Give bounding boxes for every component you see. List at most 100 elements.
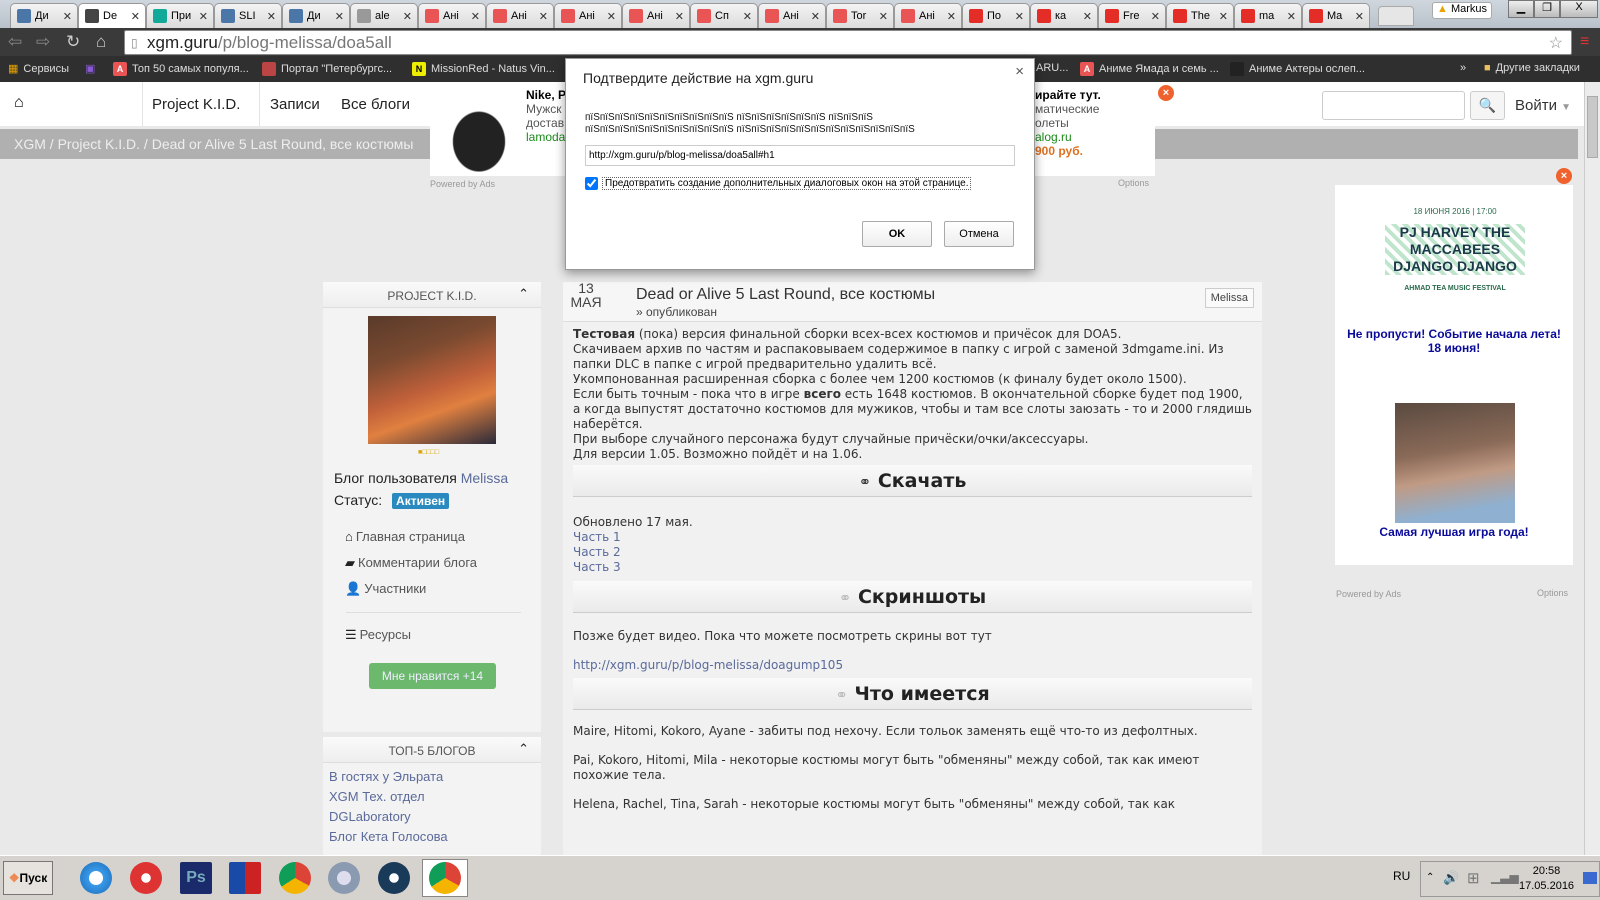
close-tab-icon[interactable]: ✕ xyxy=(1219,10,1228,23)
close-ad-icon[interactable]: × xyxy=(1556,168,1572,184)
close-tab-icon[interactable]: ✕ xyxy=(267,10,276,23)
browser-tab[interactable]: Ma ✕ xyxy=(1302,3,1370,28)
top-blog-link[interactable]: Блог Кета Голосова xyxy=(323,827,541,847)
browser-tab[interactable]: Ди ✕ xyxy=(10,3,78,28)
collapse-icon[interactable]: ⌃ xyxy=(518,286,529,302)
suppress-dialogs-checkbox[interactable]: Предотвратить создание дополнительных ди… xyxy=(585,177,972,190)
address-bar[interactable]: ▯ xgm.guru/p/blog-melissa/doa5all ☆ xyxy=(124,30,1572,55)
clock[interactable]: 20:58 17.05.2016 xyxy=(1519,864,1574,894)
browser-tab[interactable]: The ✕ xyxy=(1166,3,1234,28)
close-tab-icon[interactable]: ✕ xyxy=(63,10,72,23)
collapse-icon[interactable]: ⌃ xyxy=(518,741,529,757)
start-button[interactable]: ❖Пуск xyxy=(3,861,53,895)
download-part-link[interactable]: Часть 3 xyxy=(573,560,1252,575)
forward-icon[interactable]: ⇨ xyxy=(36,32,50,52)
close-tab-icon[interactable]: ✕ xyxy=(743,10,752,23)
menu-icon[interactable]: ≡ xyxy=(1580,33,1589,51)
browser-tab[interactable]: SLI ✕ xyxy=(214,3,282,28)
browser-tab[interactable]: При ✕ xyxy=(146,3,214,28)
sidebar-link-members[interactable]: 👤 Участники xyxy=(345,581,426,597)
close-ad-icon[interactable]: × xyxy=(1158,85,1174,101)
close-tab-icon[interactable]: ✕ xyxy=(199,10,208,23)
sidebar-link-resources[interactable]: ☰ Ресурсы xyxy=(345,627,411,643)
browser-tab[interactable]: По ✕ xyxy=(962,3,1030,28)
close-tab-icon[interactable]: ✕ xyxy=(947,10,956,23)
user-avatar[interactable] xyxy=(368,316,496,444)
breadcrumb-xgm[interactable]: XGM xyxy=(14,136,46,152)
home-icon[interactable]: ⌂ xyxy=(96,32,106,52)
profile-button[interactable]: ▲ Markus xyxy=(1432,2,1492,19)
other-bookmarks[interactable]: ■ Другие закладки xyxy=(1484,62,1580,74)
close-tab-icon[interactable]: ✕ xyxy=(539,10,548,23)
ad-caption[interactable]: Не пропусти! Событие начала лета! 18 июн… xyxy=(1339,327,1569,355)
ad-options[interactable]: Options xyxy=(1537,588,1568,598)
screenshots-link[interactable]: http://xgm.guru/p/blog-melissa/doagump10… xyxy=(573,658,1252,673)
ad-caption[interactable]: Самая лучшая игра года! xyxy=(1339,525,1569,539)
breadcrumb-project[interactable]: Project K.I.D. xyxy=(58,136,140,152)
minimize-button[interactable]: ▁ xyxy=(1508,0,1534,18)
login-dropdown[interactable]: Войти ▼ xyxy=(1515,97,1571,114)
browser-tab[interactable]: Ані ✕ xyxy=(554,3,622,28)
close-tab-icon[interactable]: ✕ xyxy=(879,10,888,23)
browser-tab[interactable]: Ані ✕ xyxy=(622,3,690,28)
browser-tab[interactable]: Ані ✕ xyxy=(894,3,962,28)
user-link[interactable]: Melissa xyxy=(461,470,508,486)
photoshop-icon[interactable]: Ps xyxy=(180,862,212,894)
chrome-active-task[interactable] xyxy=(422,859,468,897)
top-blog-link[interactable]: XGM Тех. отдел xyxy=(323,787,541,807)
close-tab-icon[interactable]: ✕ xyxy=(811,10,820,23)
close-tab-icon[interactable]: ✕ xyxy=(1151,10,1160,23)
browser-tab[interactable]: ma ✕ xyxy=(1234,3,1302,28)
browser-tab[interactable]: Fre ✕ xyxy=(1098,3,1166,28)
browser-tab[interactable]: Ані ✕ xyxy=(758,3,826,28)
search-button[interactable]: 🔍 xyxy=(1470,91,1505,120)
page-scrollbar[interactable] xyxy=(1584,82,1600,855)
bookmark-item[interactable]: N MissionRed - Natus Vin... xyxy=(412,62,555,76)
browser-tab[interactable]: Tor ✕ xyxy=(826,3,894,28)
checkbox[interactable] xyxy=(585,177,598,190)
reload-icon[interactable]: ↻ xyxy=(66,32,80,52)
ok-button[interactable]: OK xyxy=(862,221,932,247)
author-button[interactable]: Melissa xyxy=(1204,288,1254,308)
top-blog-link[interactable]: DGLaboratory xyxy=(323,807,541,827)
close-tab-icon[interactable]: ✕ xyxy=(1083,10,1092,23)
side-ad[interactable]: 18 ИЮНЯ 2016 | 17:00 PJ HARVEY THE MACCA… xyxy=(1335,185,1573,565)
close-tab-icon[interactable]: ✕ xyxy=(471,10,480,23)
browser-tab[interactable]: Ані ✕ xyxy=(486,3,554,28)
bookmark-star-icon[interactable]: ☆ xyxy=(1549,33,1563,53)
chrome-icon[interactable] xyxy=(279,862,311,894)
close-tab-icon[interactable]: ✕ xyxy=(403,10,412,23)
dialog-input[interactable] xyxy=(585,145,1015,166)
close-tab-icon[interactable]: ✕ xyxy=(607,10,616,23)
close-tab-icon[interactable]: ✕ xyxy=(675,10,684,23)
cancel-button[interactable]: Отмена xyxy=(944,221,1014,247)
top-blog-link[interactable]: В гостях у Эльрата xyxy=(323,767,541,787)
download-part-link[interactable]: Часть 1 xyxy=(573,530,1252,545)
search-input[interactable] xyxy=(1322,91,1465,120)
sidebar-link-comments[interactable]: ▰ Комментарии блога xyxy=(345,555,477,571)
bookmark-apps[interactable]: ▦ Сервисы xyxy=(8,62,69,76)
browser-tab[interactable]: Ані ✕ xyxy=(418,3,486,28)
nav-all-blogs[interactable]: Все блоги xyxy=(341,96,410,113)
close-tab-icon[interactable]: ✕ xyxy=(1015,10,1024,23)
show-desktop-icon[interactable] xyxy=(1583,872,1597,884)
more-bookmarks-icon[interactable]: » xyxy=(1460,62,1466,74)
internet-explorer-icon[interactable] xyxy=(80,862,112,894)
browser-tab[interactable]: ale ✕ xyxy=(350,3,418,28)
bookmark-item[interactable]: ARU... xyxy=(1036,62,1068,74)
close-dialog-icon[interactable]: × xyxy=(1015,63,1024,80)
browser-tab[interactable]: Сп ✕ xyxy=(690,3,758,28)
sidebar-link-home[interactable]: ⌂ Главная страница xyxy=(345,529,465,544)
close-tab-icon[interactable]: ✕ xyxy=(335,10,344,23)
bookmark-twitch[interactable]: ▣ xyxy=(85,62,95,75)
home-icon[interactable]: ⌂ xyxy=(14,94,24,112)
browser-tab[interactable]: Ди ✕ xyxy=(282,3,350,28)
counter-strike-icon[interactable] xyxy=(229,862,261,894)
bookmark-item[interactable]: A Топ 50 самых популя... xyxy=(113,62,249,76)
download-part-link[interactable]: Часть 2 xyxy=(573,545,1252,560)
close-tab-icon[interactable]: ✕ xyxy=(1355,10,1364,23)
bookmark-item[interactable]: Аниме Актеры ослеп... xyxy=(1230,62,1365,76)
windows-icon[interactable]: ⊞ xyxy=(1467,869,1480,887)
language-indicator[interactable]: RU xyxy=(1393,869,1410,883)
back-icon[interactable]: ⇦ xyxy=(8,32,22,52)
